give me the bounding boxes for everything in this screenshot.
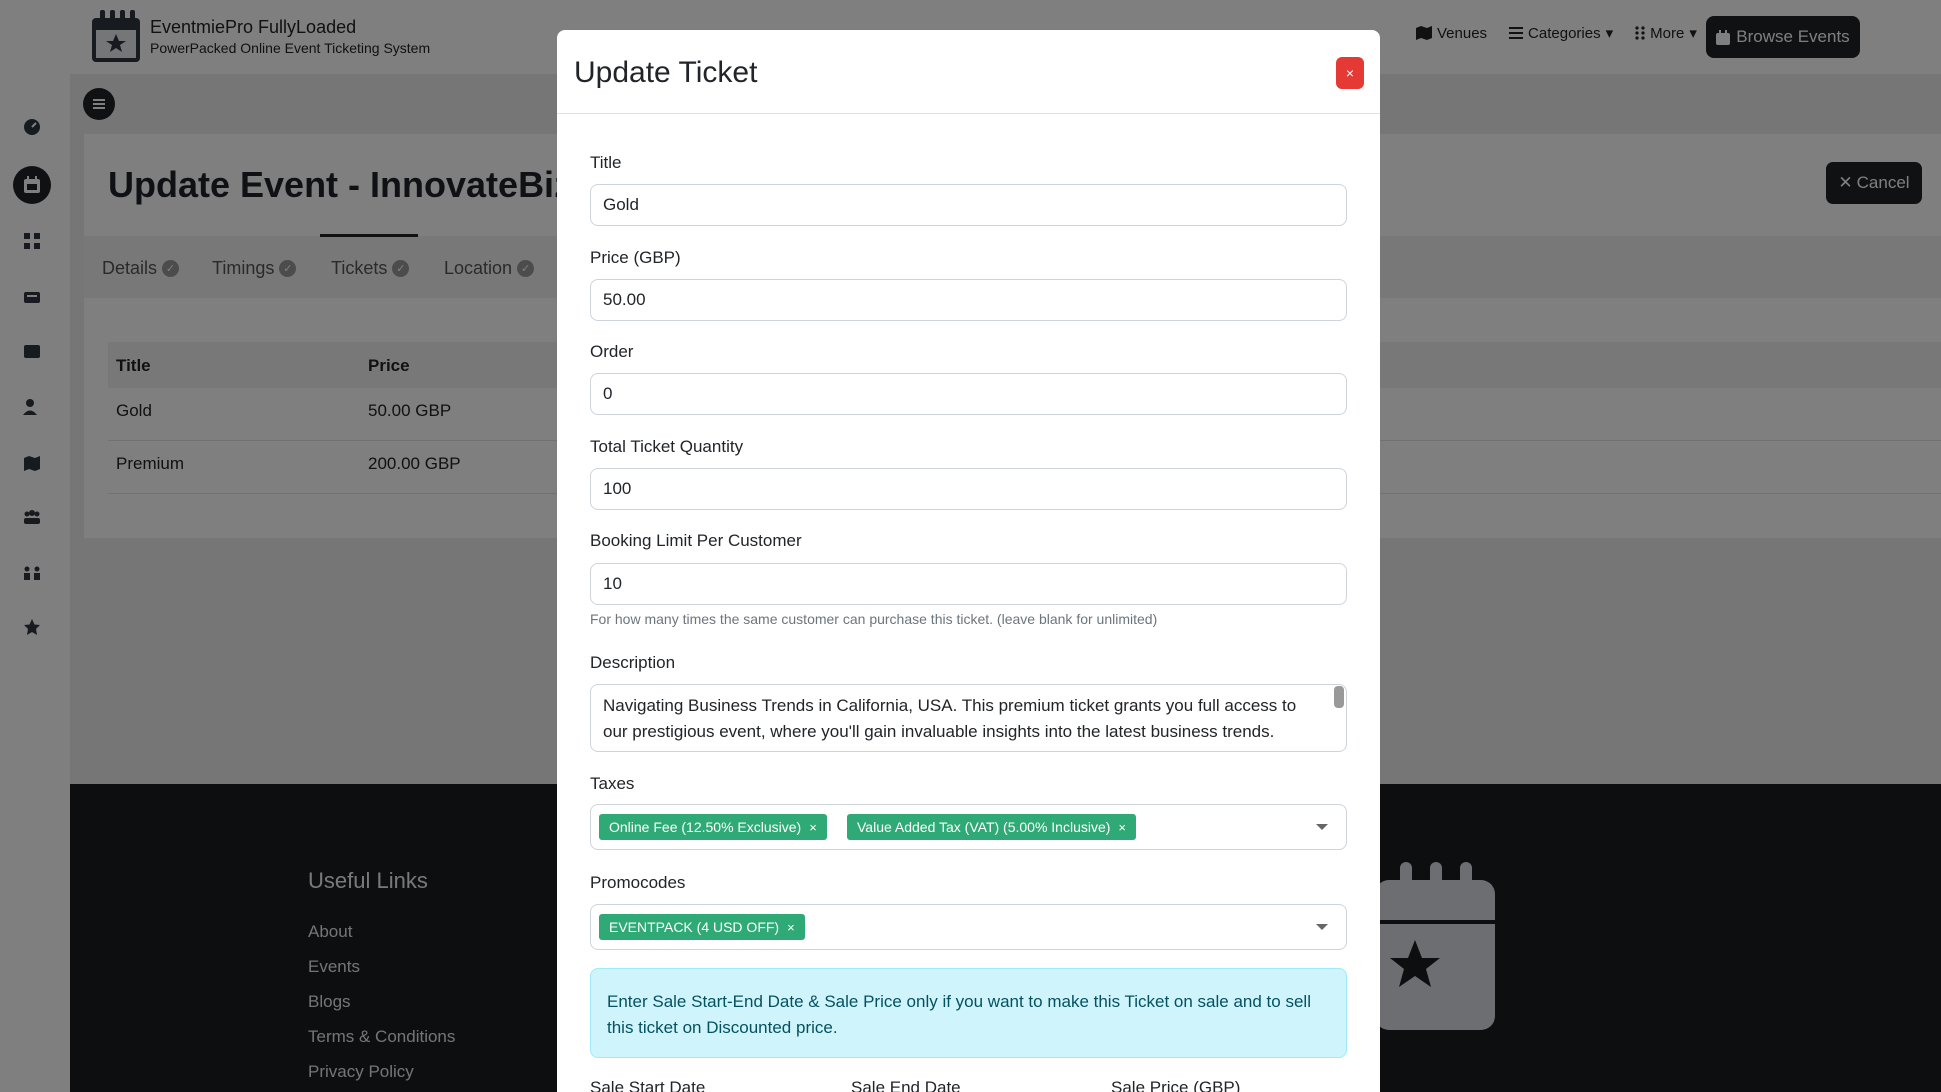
remove-icon[interactable]: × [787, 920, 795, 935]
price-label: Price (GBP) [590, 248, 681, 267]
tax-chip: Value Added Tax (VAT) (5.00% Inclusive) × [847, 814, 1137, 840]
promocodes-label: Promocodes [590, 873, 686, 892]
sale-start-label: Sale Start Date [590, 1078, 706, 1092]
modal-title: Update Ticket [574, 56, 758, 89]
remove-icon[interactable]: × [1118, 820, 1126, 835]
description-textarea[interactable]: Navigating Business Trends in California… [590, 684, 1347, 752]
order-input[interactable]: 0 [590, 373, 1347, 415]
title-label: Title [590, 153, 622, 172]
tax-chip-label: Value Added Tax (VAT) (5.00% Inclusive) [857, 819, 1111, 835]
remove-icon[interactable]: × [809, 820, 817, 835]
quantity-label: Total Ticket Quantity [590, 437, 744, 456]
quantity-input[interactable]: 100 [590, 468, 1347, 510]
modal-header: Update Ticket × [557, 30, 1380, 114]
sale-end-label: Sale End Date [851, 1078, 961, 1092]
chevron-down-icon[interactable] [1316, 824, 1328, 830]
promocodes-select[interactable]: EVENTPACK (4 USD OFF) × [590, 904, 1347, 950]
close-icon: × [1345, 65, 1355, 81]
order-label: Order [590, 342, 634, 361]
booking-limit-help: For how many times the same customer can… [590, 611, 1158, 627]
tax-chip: Online Fee (12.50% Exclusive) × [599, 814, 827, 840]
booking-limit-input[interactable]: 10 [590, 563, 1347, 605]
booking-limit-label: Booking Limit Per Customer [590, 531, 802, 550]
title-input[interactable]: Gold [590, 184, 1347, 226]
promocode-chip: EVENTPACK (4 USD OFF) × [599, 914, 805, 940]
description-label: Description [590, 653, 676, 672]
chevron-down-icon[interactable] [1316, 924, 1328, 930]
taxes-label: Taxes [590, 774, 635, 793]
sale-price-label: Sale Price (GBP) [1111, 1078, 1241, 1092]
update-ticket-modal: Update Ticket × Title Gold Price (GBP) 5… [557, 30, 1380, 1092]
textarea-scrollbar[interactable] [1334, 686, 1344, 708]
taxes-select[interactable]: Online Fee (12.50% Exclusive) × Value Add… [590, 804, 1347, 850]
close-button[interactable]: × [1336, 57, 1364, 89]
promocode-chip-label: EVENTPACK (4 USD OFF) [609, 919, 780, 935]
price-input[interactable]: 50.00 [590, 279, 1347, 321]
sale-info-alert: Enter Sale Start-End Date & Sale Price o… [590, 968, 1347, 1058]
tax-chip-label: Online Fee (12.50% Exclusive) [609, 819, 802, 835]
